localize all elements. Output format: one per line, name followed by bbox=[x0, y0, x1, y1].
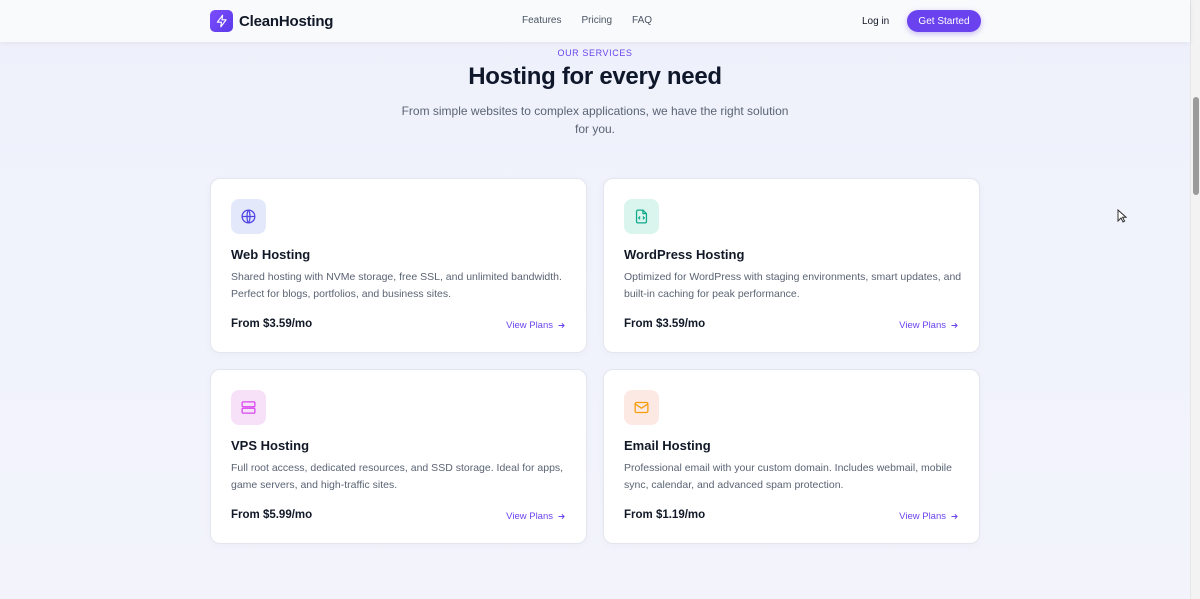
mouse-cursor-icon bbox=[1117, 208, 1128, 228]
view-plans-link[interactable]: View Plans bbox=[506, 511, 566, 522]
card-description: Shared hosting with NVMe storage, free S… bbox=[231, 271, 562, 300]
brand-name: CleanHosting bbox=[239, 12, 334, 30]
section-eyebrow: OUR SERVICES bbox=[557, 48, 633, 58]
server-icon bbox=[231, 390, 266, 425]
section-subtitle: From simple websites to complex applicat… bbox=[401, 104, 789, 136]
view-plans-link[interactable]: View Plans bbox=[506, 320, 566, 331]
card-title: WordPress Hosting bbox=[624, 247, 745, 262]
view-plans-link[interactable]: View Plans bbox=[899, 511, 959, 522]
card-title: Web Hosting bbox=[231, 247, 311, 262]
view-plans-link[interactable]: View Plans bbox=[899, 320, 959, 331]
get-started-button[interactable]: Get Started bbox=[907, 10, 981, 32]
arrow-right-icon bbox=[558, 322, 565, 329]
card-description: Optimized for WordPress with staging env… bbox=[624, 271, 962, 300]
service-card-email-hosting: Email Hosting Professional email with yo… bbox=[603, 369, 980, 544]
arrow-right-icon bbox=[951, 322, 958, 329]
code-file-icon bbox=[624, 199, 659, 234]
scrollbar-thumb[interactable] bbox=[1193, 97, 1199, 195]
card-description: Full root access, dedicated resources, a… bbox=[231, 462, 564, 491]
card-price: From $5.99/mo bbox=[231, 509, 313, 521]
card-price: From $1.19/mo bbox=[624, 509, 706, 521]
main-nav: Features Pricing FAQ bbox=[522, 15, 652, 26]
arrow-right-icon bbox=[558, 513, 565, 520]
nav-pricing[interactable]: Pricing bbox=[581, 15, 612, 26]
card-description: Professional email with your custom doma… bbox=[624, 462, 952, 491]
card-price: From $3.59/mo bbox=[624, 318, 706, 330]
service-card-wordpress-hosting: WordPress Hosting Optimized for WordPres… bbox=[603, 178, 980, 353]
arrow-right-icon bbox=[951, 513, 958, 520]
view-plans-label: View Plans bbox=[899, 320, 946, 331]
card-price: From $3.59/mo bbox=[231, 318, 313, 330]
login-link[interactable]: Log in bbox=[862, 16, 889, 27]
lightning-icon bbox=[210, 10, 233, 32]
mail-icon bbox=[624, 390, 659, 425]
card-title: Email Hosting bbox=[624, 438, 711, 453]
top-navbar: CleanHosting Features Pricing FAQ Log in… bbox=[0, 0, 1190, 42]
nav-faq[interactable]: FAQ bbox=[632, 15, 652, 26]
globe-icon bbox=[231, 199, 266, 234]
view-plans-label: View Plans bbox=[899, 511, 946, 522]
brand-logo[interactable]: CleanHosting bbox=[210, 10, 333, 32]
service-card-web-hosting: Web Hosting Shared hosting with NVMe sto… bbox=[210, 178, 587, 353]
view-plans-label: View Plans bbox=[506, 320, 553, 331]
service-card-vps-hosting: VPS Hosting Full root access, dedicated … bbox=[210, 369, 587, 544]
card-title: VPS Hosting bbox=[231, 438, 310, 453]
nav-features[interactable]: Features bbox=[522, 15, 561, 26]
page-scrollbar[interactable] bbox=[1190, 0, 1200, 599]
section-title: Hosting for every need bbox=[468, 63, 722, 90]
view-plans-label: View Plans bbox=[506, 511, 553, 522]
